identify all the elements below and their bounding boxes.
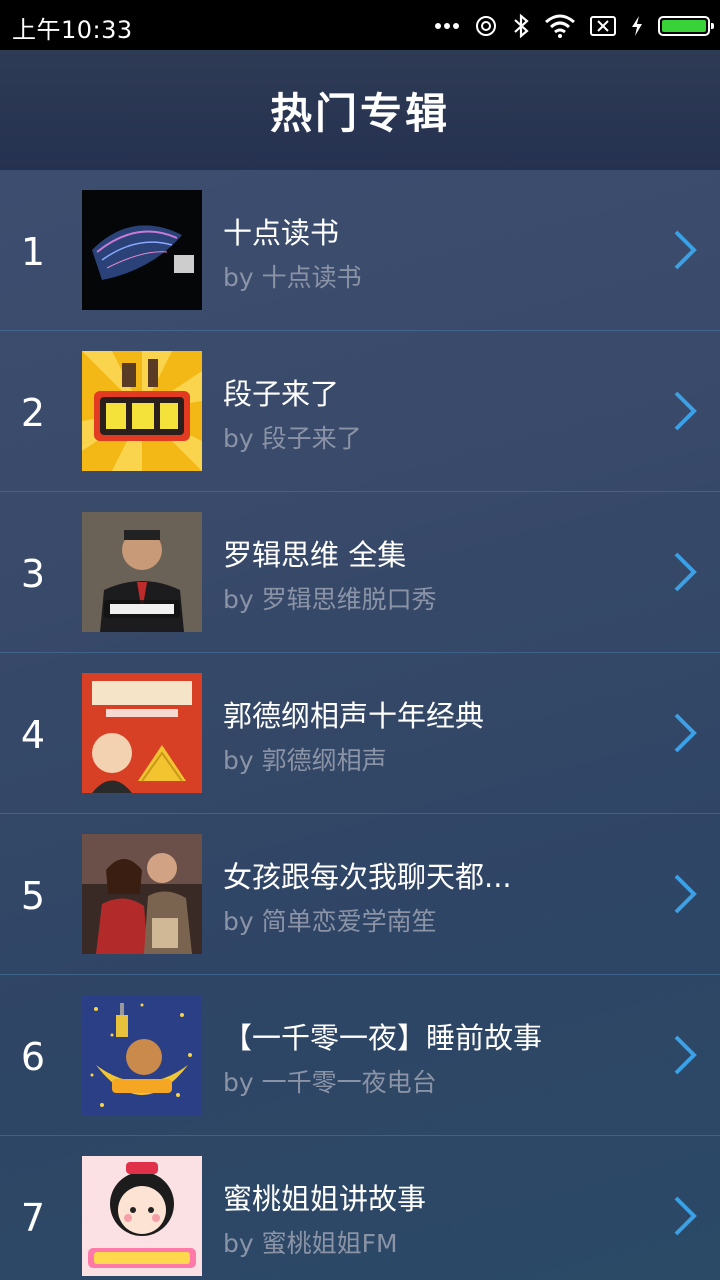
album-row-4[interactable]: 4 郭德纲相声十年经典 by 郭德纲相声 — [0, 653, 720, 814]
wifi-icon — [544, 14, 576, 38]
chevron-right-icon[interactable] — [670, 711, 700, 755]
battery-icon — [658, 16, 714, 36]
chevron-right-icon[interactable] — [670, 1033, 700, 1077]
album-cover-image — [82, 190, 202, 310]
album-title: 罗辑思维 全集 — [223, 538, 407, 572]
album-cover-image — [82, 673, 202, 793]
sim-off-icon — [590, 15, 616, 37]
album-rank: 5 — [20, 874, 46, 918]
album-row-6[interactable]: 6 【一千零一夜】睡前故事 by 一千零一夜电台 — [0, 975, 720, 1136]
album-cover-image — [82, 512, 202, 632]
album-author: by 郭德纲相声 — [223, 746, 387, 775]
bluetooth-icon — [512, 13, 530, 39]
page-header: 热门专辑 — [0, 50, 720, 170]
charging-icon — [630, 15, 644, 37]
album-row-5[interactable]: 5 女孩跟每次我聊天都... by 简单恋爱学南笙 — [0, 814, 720, 975]
chevron-right-icon[interactable] — [670, 872, 700, 916]
album-author: by 蜜桃姐姐FM — [223, 1229, 398, 1258]
album-title: 女孩跟每次我聊天都... — [223, 860, 512, 894]
chevron-right-icon[interactable] — [670, 1194, 700, 1238]
album-title: 蜜桃姐姐讲故事 — [223, 1182, 427, 1216]
album-rank: 2 — [20, 391, 46, 435]
album-cover-image — [82, 351, 202, 471]
album-title: 郭德纲相声十年经典 — [223, 699, 485, 733]
album-row-2[interactable]: 2 段子来了 by 段子来了 — [0, 331, 720, 492]
status-icons — [434, 10, 714, 42]
album-author: by 段子来了 — [223, 424, 362, 453]
album-title: 段子来了 — [223, 377, 340, 411]
album-row-7[interactable]: 7 蜜桃姐姐讲故事 by 蜜桃姐姐FM — [0, 1136, 720, 1280]
chevron-right-icon[interactable] — [670, 550, 700, 594]
status-time: 上午10:33 — [12, 16, 133, 44]
album-row-1[interactable]: 1 十点读书 by 十点读书 — [0, 170, 720, 331]
album-rank: 1 — [20, 230, 46, 274]
album-rank: 4 — [20, 713, 46, 757]
album-rank: 6 — [20, 1035, 46, 1079]
album-row-3[interactable]: 3 罗辑思维 全集 by 罗辑思维脱口秀 — [0, 492, 720, 653]
page-title: 热门专辑 — [269, 88, 450, 138]
album-title: 【一千零一夜】睡前故事 — [223, 1021, 543, 1055]
album-cover-image — [82, 834, 202, 954]
chevron-right-icon[interactable] — [670, 228, 700, 272]
album-author: by 简单恋爱学南笙 — [223, 907, 437, 936]
album-title: 十点读书 — [223, 216, 340, 250]
chevron-right-icon[interactable] — [670, 389, 700, 433]
status-bar: 上午10:33 — [0, 0, 720, 50]
album-cover-image — [82, 1156, 202, 1276]
album-cover-image — [82, 995, 202, 1115]
alarm-icon — [474, 14, 498, 38]
album-rank: 3 — [20, 552, 46, 596]
album-author: by 一千零一夜电台 — [223, 1068, 437, 1097]
more-dots-icon — [434, 21, 460, 31]
album-author: by 罗辑思维脱口秀 — [223, 585, 437, 614]
album-rank: 7 — [20, 1196, 46, 1240]
album-author: by 十点读书 — [223, 263, 362, 292]
album-list: 1 十点读书 by 十点读书 2 段子来了 by 段子来了 3 罗辑思维 全集 … — [0, 170, 720, 1280]
